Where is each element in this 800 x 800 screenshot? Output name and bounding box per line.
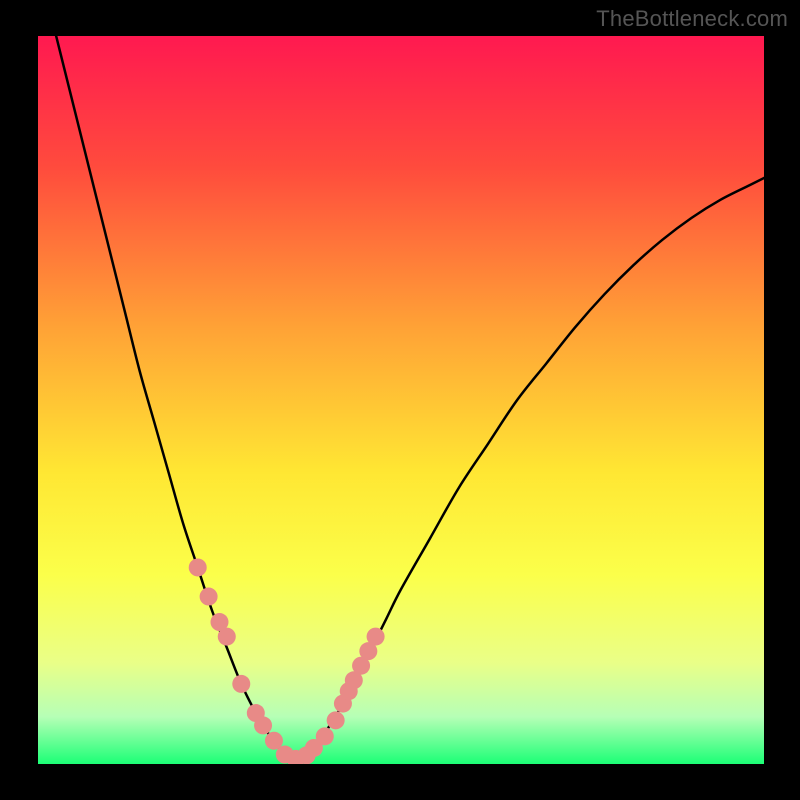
highlight-point xyxy=(200,588,218,606)
highlight-point xyxy=(218,628,236,646)
highlight-point xyxy=(327,711,345,729)
chart-svg xyxy=(38,36,764,764)
highlight-point xyxy=(189,558,207,576)
chart-container: TheBottleneck.com xyxy=(0,0,800,800)
highlight-point xyxy=(254,716,272,734)
highlight-point xyxy=(232,675,250,693)
highlight-point xyxy=(367,628,385,646)
plot-area xyxy=(38,36,764,764)
watermark-text: TheBottleneck.com xyxy=(596,6,788,32)
highlight-point xyxy=(316,727,334,745)
